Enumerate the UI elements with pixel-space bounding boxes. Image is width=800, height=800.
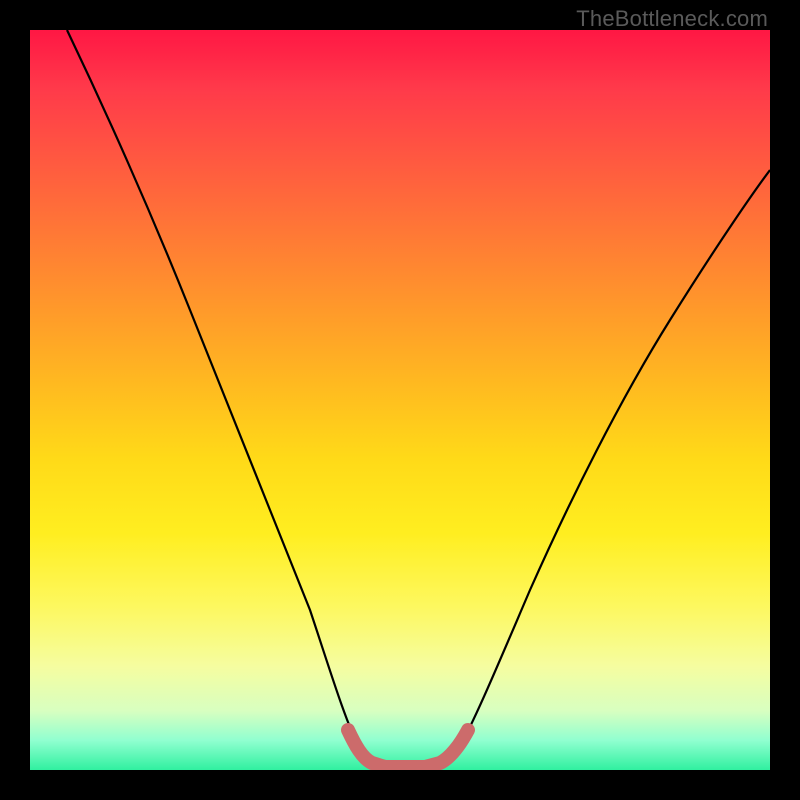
highlight-line [348, 730, 468, 767]
chart-container: TheBottleneck.com [0, 0, 800, 800]
curve-line [67, 30, 770, 766]
plot-area [30, 30, 770, 770]
chart-overlay [30, 30, 770, 770]
watermark-text: TheBottleneck.com [576, 6, 768, 32]
